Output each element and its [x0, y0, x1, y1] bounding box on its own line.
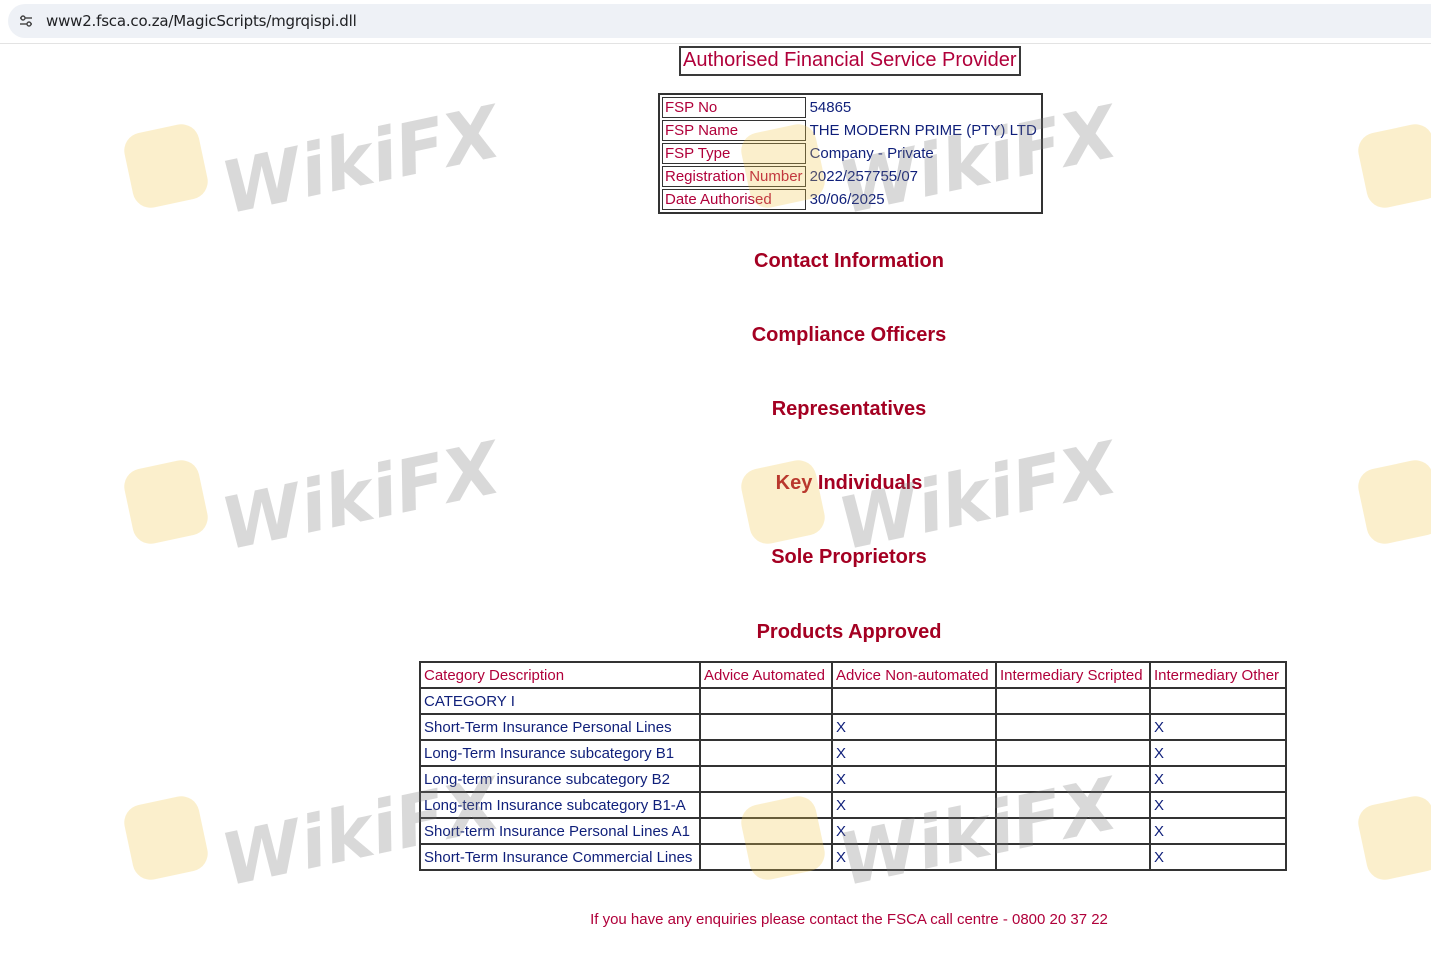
wikifx-logo-icon	[1354, 120, 1431, 212]
category-description-cell: CATEGORY I	[420, 688, 700, 714]
fsp-info-label: FSP Type	[662, 143, 806, 164]
contact-information-heading: Contact Information	[754, 250, 944, 272]
approval-cell	[700, 688, 832, 714]
approval-cell	[700, 766, 832, 792]
approval-cell: X	[832, 792, 996, 818]
fsp-info-value: Company - Private	[809, 145, 934, 162]
column-header: Intermediary Other	[1150, 662, 1286, 688]
column-header: Intermediary Scripted	[996, 662, 1150, 688]
fsp-info-table: FSP No 54865 FSP Name THE MODERN PRIME (PTY…	[658, 93, 1043, 214]
table-row: Short-term Insurance Personal Lines A1 X X	[420, 818, 1286, 844]
approval-cell: X	[1150, 766, 1286, 792]
category-description-cell: Short-Term Insurance Personal Lines	[420, 714, 700, 740]
approval-cell	[700, 740, 832, 766]
browser-address-bar: www2.fsca.co.za/MagicScripts/mgrqispi.dl…	[0, 0, 1431, 44]
approval-cell: X	[1150, 792, 1286, 818]
approval-cell	[700, 844, 832, 870]
approval-cell	[832, 688, 996, 714]
approval-cell	[1150, 688, 1286, 714]
key-individuals-heading: Key Individuals	[775, 472, 923, 494]
fsp-info-value: THE MODERN PRIME (PTY) LTD	[809, 122, 1037, 139]
approval-cell	[700, 818, 832, 844]
category-description-cell: Long-term Insurance subcategory B1-A	[420, 792, 700, 818]
approval-cell: X	[1150, 740, 1286, 766]
approval-cell: X	[1150, 818, 1286, 844]
approval-cell	[996, 714, 1150, 740]
approval-cell: X	[832, 844, 996, 870]
column-header: Advice Non-automated	[832, 662, 996, 688]
url-field[interactable]: www2.fsca.co.za/MagicScripts/mgrqispi.dl…	[8, 4, 1431, 38]
approval-cell	[996, 740, 1150, 766]
category-description-cell: Short-term Insurance Personal Lines A1	[420, 818, 700, 844]
approval-cell: X	[832, 818, 996, 844]
column-header: Category Description	[420, 662, 700, 688]
approval-cell	[700, 792, 832, 818]
approval-cell: X	[832, 714, 996, 740]
enquiries-footer: If you have any enquiries please contact…	[590, 911, 1108, 928]
url-text[interactable]: www2.fsca.co.za/MagicScripts/mgrqispi.dl…	[46, 12, 357, 30]
fsp-info-row: FSP Type Company - Private	[662, 143, 1039, 164]
products-table: Category Description Advice Automated Advi…	[419, 661, 1287, 871]
wikifx-logo-icon	[120, 120, 212, 212]
approval-cell: X	[1150, 844, 1286, 870]
wikifx-logo-icon	[120, 792, 212, 884]
category-description-cell: Long-Term Insurance subcategory B1	[420, 740, 700, 766]
fsp-info-row: FSP No 54865	[662, 97, 1039, 118]
category-description-cell: Short-Term Insurance Commercial Lines	[420, 844, 700, 870]
table-row: Long-term insurance subcategory B2 X X	[420, 766, 1286, 792]
page-title: Authorised Financial Service Provider	[679, 46, 1021, 76]
fsp-info-label: Date Authorised	[662, 189, 806, 210]
fsp-info-row: Registration Number 2022/257755/07	[662, 166, 1039, 187]
wikifx-logo-icon	[737, 456, 829, 548]
approval-cell	[700, 714, 832, 740]
fsp-info-value: 2022/257755/07	[809, 168, 919, 185]
approval-cell: X	[832, 740, 996, 766]
approval-cell: X	[1150, 714, 1286, 740]
table-row: Short-Term Insurance Personal Lines X X	[420, 714, 1286, 740]
fsp-info-label: FSP No	[662, 97, 806, 118]
fsp-info-label: FSP Name	[662, 120, 806, 141]
watermark-text: WikiFX	[214, 89, 508, 231]
approval-cell	[996, 792, 1150, 818]
table-row: Short-Term Insurance Commercial Lines X X	[420, 844, 1286, 870]
table-row: Long-Term Insurance subcategory B1 X X	[420, 740, 1286, 766]
tune-icon[interactable]	[18, 13, 34, 29]
fsp-info-label: Registration Number	[662, 166, 806, 187]
fsp-info-value: 54865	[809, 99, 852, 116]
table-row: CATEGORY I	[420, 688, 1286, 714]
fsp-info-row: FSP Name THE MODERN PRIME (PTY) LTD	[662, 120, 1039, 141]
products-approved-heading: Products Approved	[756, 621, 942, 643]
approval-cell	[996, 844, 1150, 870]
sole-proprietors-heading: Sole Proprietors	[771, 546, 927, 568]
table-row: Long-term Insurance subcategory B1-A X X	[420, 792, 1286, 818]
category-description-cell: Long-term insurance subcategory B2	[420, 766, 700, 792]
fsp-info-value: 30/06/2025	[809, 191, 885, 208]
representatives-heading: Representatives	[771, 398, 927, 420]
wikifx-logo-icon	[120, 456, 212, 548]
wikifx-logo-icon	[1354, 792, 1431, 884]
column-header: Advice Automated	[700, 662, 832, 688]
fsp-info-row: Date Authorised 30/06/2025	[662, 189, 1039, 210]
approval-cell	[996, 766, 1150, 792]
approval-cell	[996, 818, 1150, 844]
approval-cell: X	[832, 766, 996, 792]
compliance-officers-heading: Compliance Officers	[751, 324, 947, 346]
wikifx-logo-icon	[1354, 456, 1431, 548]
approval-cell	[996, 688, 1150, 714]
